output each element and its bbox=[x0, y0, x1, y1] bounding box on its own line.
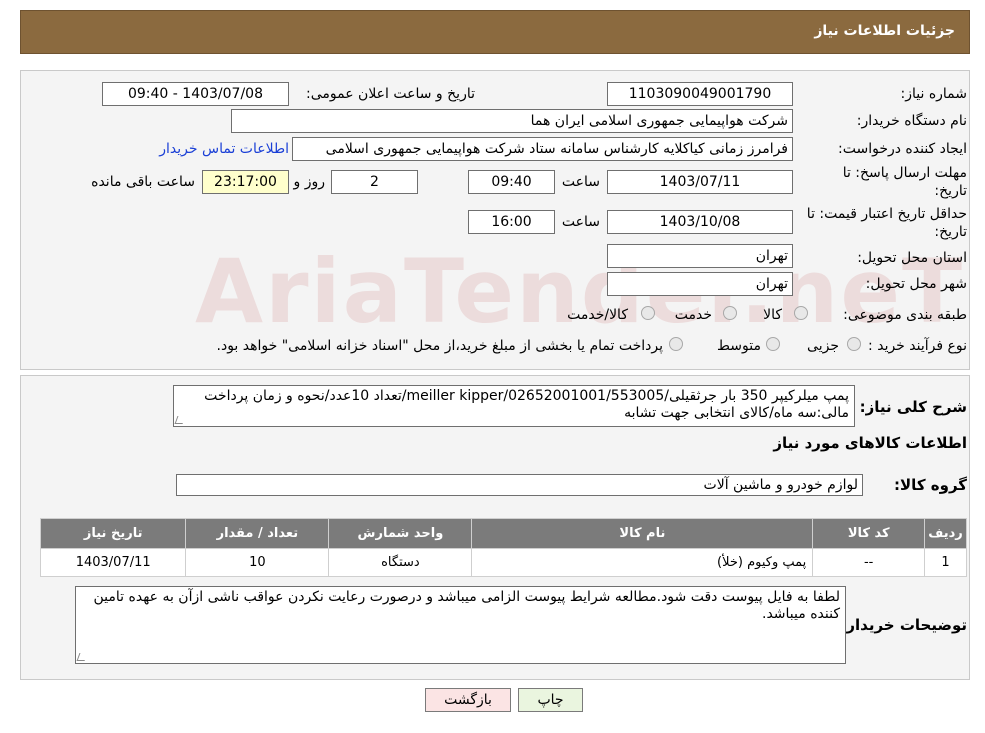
deadline-label: مهلت ارسال پاسخ: تا bbox=[842, 165, 967, 181]
cell-quantity: 10 bbox=[185, 548, 330, 577]
remaining-time-field: 23:17:00 bbox=[202, 170, 289, 194]
goods-table-header: ردیف کد کالا نام کالا واحد شمارش تعداد /… bbox=[39, 518, 967, 549]
category-label: طبقه بندی موضوعی: bbox=[843, 307, 967, 323]
goods-info-title: اطلاعات کالاهای مورد نیاز bbox=[773, 434, 967, 452]
cell-row: 1 bbox=[924, 548, 967, 577]
city-field: تهران bbox=[607, 272, 793, 296]
announce-field: 1403/07/08 - 09:40 bbox=[102, 82, 289, 106]
cell-code: -- bbox=[812, 548, 926, 577]
resize-handle-icon[interactable] bbox=[76, 653, 88, 661]
deadline-time-field: 09:40 bbox=[468, 170, 555, 194]
cell-name: پمپ وکیوم (خلأ) bbox=[471, 548, 814, 577]
page-title: جزئیات اطلاعات نیاز bbox=[814, 23, 955, 39]
description-textarea: پمپ میلرکیپر 350 بار جرثقیلی/meiller kip… bbox=[173, 385, 855, 427]
process-treasury-checkbox[interactable] bbox=[669, 337, 683, 351]
buyer-org-field: شرکت هواپیمایی جمهوری اسلامی ایران هما bbox=[231, 109, 793, 133]
process-treasury-note: پرداخت تمام یا بخشی از مبلغ خرید،از محل … bbox=[216, 338, 663, 354]
cell-unit: دستگاه bbox=[328, 548, 473, 577]
days-field: 2 bbox=[331, 170, 418, 194]
category-goods-label: کالا bbox=[763, 307, 782, 323]
deadline-time-label: ساعت bbox=[561, 174, 600, 190]
validity-time-label: ساعت bbox=[561, 214, 600, 230]
buyer-notes-textarea: لطفا به فایل پیوست دقت شود.مطالعه شرایط … bbox=[75, 586, 846, 664]
category-service-radio[interactable] bbox=[723, 306, 737, 320]
category-goods-radio[interactable] bbox=[794, 306, 808, 320]
category-service-label: خدمت bbox=[674, 307, 712, 323]
announce-label: تاریخ و ساعت اعلان عمومی: bbox=[306, 86, 475, 102]
cell-need-date: 1403/07/11 bbox=[39, 548, 187, 577]
process-medium-label: متوسط bbox=[717, 338, 761, 354]
process-label: نوع فرآیند خرید : bbox=[868, 338, 967, 354]
buyer-notes-text: لطفا به فایل پیوست دقت شود.مطالعه شرایط … bbox=[93, 589, 840, 622]
deadline-date-field: 1403/07/11 bbox=[607, 170, 793, 194]
resize-handle-icon[interactable] bbox=[174, 416, 186, 424]
validity-label: حداقل تاریخ اعتبار قیمت: تا bbox=[806, 206, 967, 222]
days-label: روز و bbox=[293, 174, 326, 190]
province-label: استان محل تحویل: bbox=[857, 250, 967, 266]
validity-date-field: 1403/10/08 bbox=[607, 210, 793, 234]
creator-field: فرامرز زمانی کیاکلایه کارشناس سامانه ستا… bbox=[292, 137, 793, 161]
category-goods-service-label: کالا/خدمت bbox=[567, 307, 628, 323]
deadline-label-date: تاریخ: bbox=[934, 183, 967, 199]
col-name: نام کالا bbox=[471, 518, 814, 549]
category-goods-service-radio[interactable] bbox=[641, 306, 655, 320]
province-field: تهران bbox=[607, 244, 793, 268]
col-quantity: تعداد / مقدار bbox=[185, 518, 330, 549]
need-number-label: شماره نیاز: bbox=[900, 86, 968, 102]
process-minor-label: جزیی bbox=[807, 338, 839, 354]
col-unit: واحد شمارش bbox=[328, 518, 473, 549]
print-button[interactable]: چاپ bbox=[518, 688, 583, 712]
process-minor-radio[interactable] bbox=[847, 337, 861, 351]
buyer-notes-label: توضیحات خریدار: bbox=[840, 616, 967, 634]
table-row: 1 -- پمپ وکیوم (خلأ) دستگاه 10 1403/07/1… bbox=[39, 548, 967, 577]
col-row: ردیف bbox=[924, 518, 967, 549]
city-label: شهر محل تحویل: bbox=[865, 276, 967, 292]
validity-time-field: 16:00 bbox=[468, 210, 555, 234]
creator-label: ایجاد کننده درخواست: bbox=[838, 141, 967, 157]
process-medium-radio[interactable] bbox=[766, 337, 780, 351]
goods-group-label: گروه کالا: bbox=[894, 476, 967, 494]
col-need-date: تاریخ نیاز bbox=[39, 518, 187, 549]
validity-label-date: تاریخ: bbox=[934, 224, 967, 240]
need-number-field: 1103090049001790 bbox=[607, 82, 793, 106]
buyer-org-label: نام دستگاه خریدار: bbox=[856, 113, 967, 129]
goods-group-field: لوازم خودرو و ماشین آلات bbox=[176, 474, 863, 496]
page-header: جزئیات اطلاعات نیاز bbox=[20, 10, 970, 54]
description-label: شرح کلی نیاز: bbox=[859, 398, 967, 416]
back-button[interactable]: بازگشت bbox=[425, 688, 511, 712]
col-code: کد کالا bbox=[812, 518, 926, 549]
buyer-contact-link[interactable]: اطلاعات تماس خریدار bbox=[159, 141, 289, 157]
remaining-label: ساعت باقی مانده bbox=[91, 174, 195, 190]
description-text: پمپ میلرکیپر 350 بار جرثقیلی/meiller kip… bbox=[204, 388, 849, 421]
goods-table: ردیف کد کالا نام کالا واحد شمارش تعداد /… bbox=[39, 518, 967, 577]
